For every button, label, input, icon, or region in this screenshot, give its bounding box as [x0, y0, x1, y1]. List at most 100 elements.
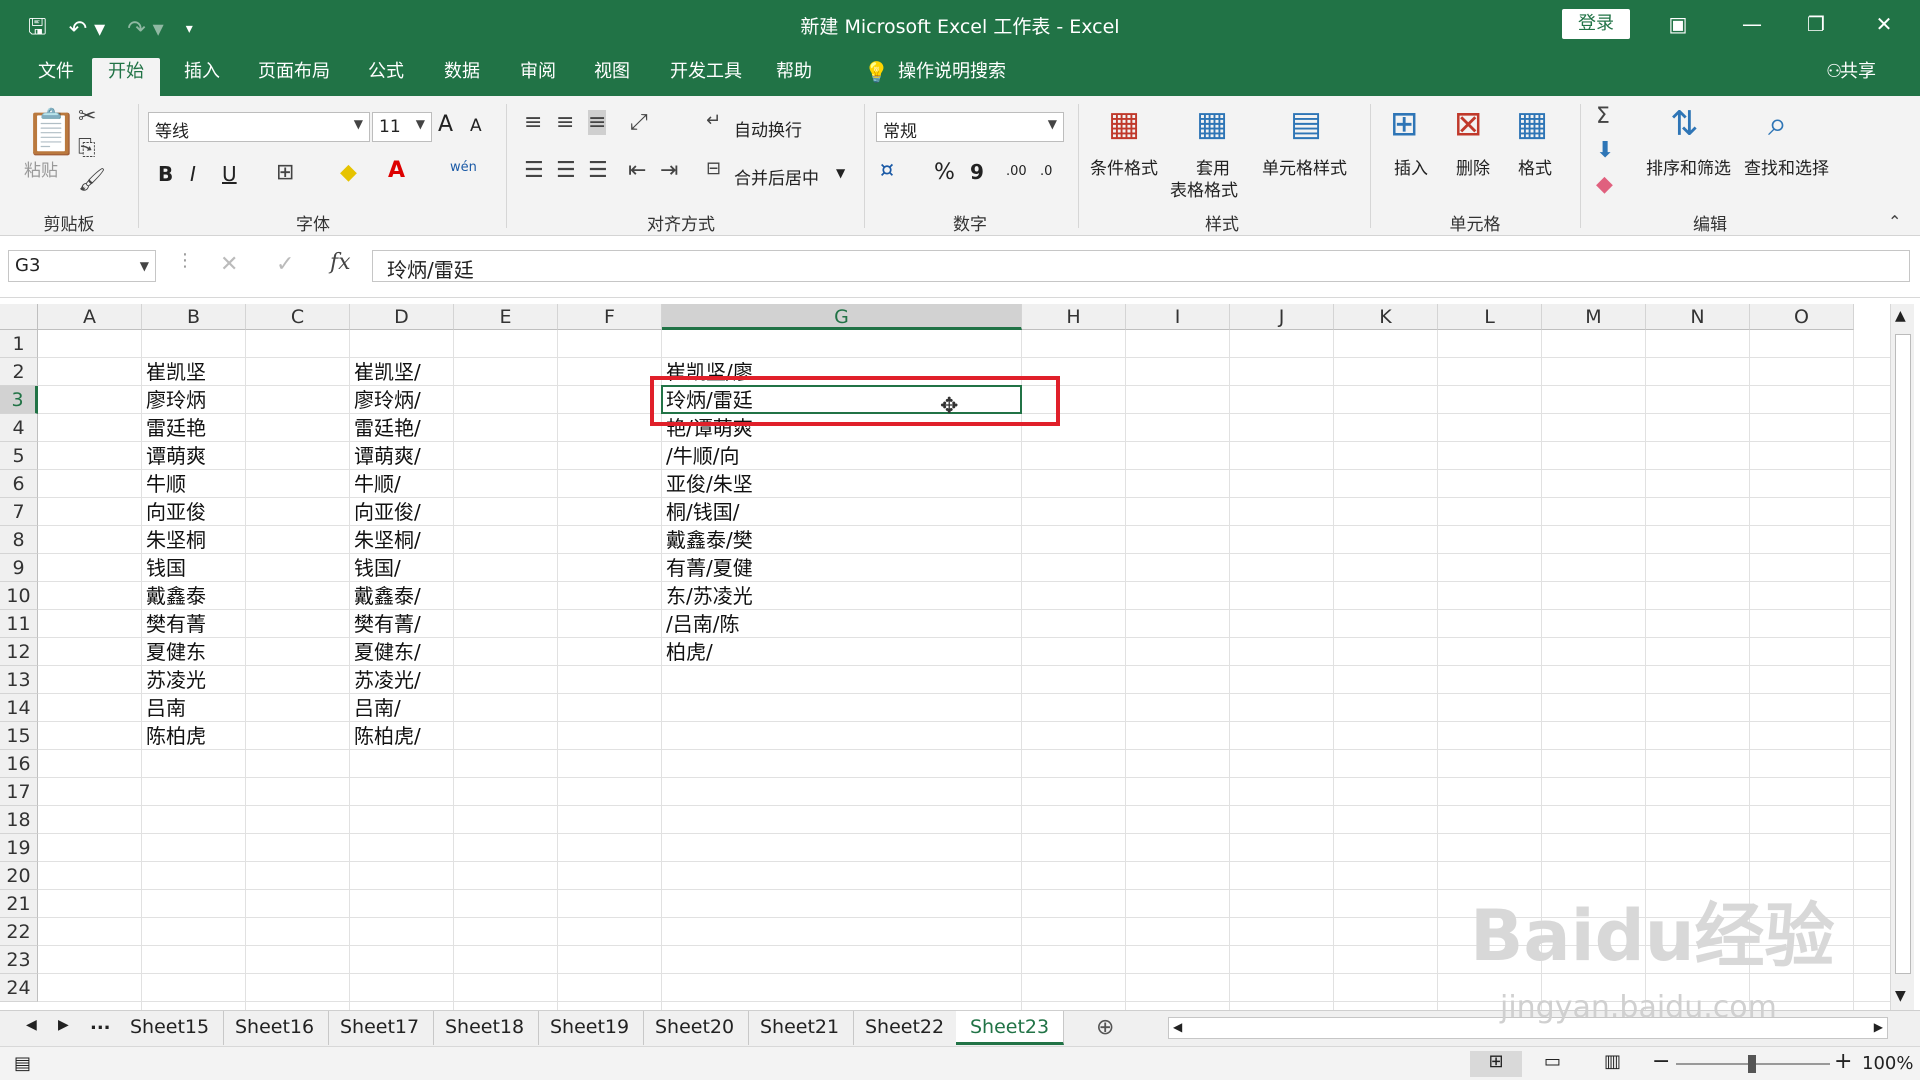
new-sheet-icon[interactable]: ⊕	[1096, 1015, 1114, 1040]
zoom-in-icon[interactable]: +	[1834, 1049, 1852, 1074]
restore-icon[interactable]: ❐	[1796, 8, 1836, 40]
cell-g8[interactable]: 戴鑫泰/樊	[662, 526, 1022, 554]
cell-b15[interactable]: 陈柏虎	[142, 722, 246, 750]
column-header-c[interactable]: C	[246, 304, 350, 330]
sort-filter-button[interactable]: 排序和筛选	[1646, 154, 1731, 179]
row-header-17[interactable]: 17	[0, 778, 38, 806]
cell-b14[interactable]: 吕南	[142, 694, 246, 722]
scroll-left-icon[interactable]: ◀	[1173, 1020, 1182, 1034]
align-middle-icon[interactable]: ≡	[556, 110, 574, 135]
row-header-19[interactable]: 19	[0, 834, 38, 862]
row-header-2[interactable]: 2	[0, 358, 38, 386]
fill-icon[interactable]: ⬇	[1596, 138, 1614, 163]
sheet-tab-sheet16[interactable]: Sheet16	[221, 1011, 330, 1045]
normal-view-icon[interactable]: ⊞	[1470, 1051, 1522, 1077]
cell-g11[interactable]: /吕南/陈	[662, 610, 1022, 638]
cell-b3[interactable]: 廖玲炳	[142, 386, 246, 414]
prev-sheet-icon[interactable]: ◀	[26, 1017, 37, 1033]
cell-b5[interactable]: 谭萌爽	[142, 442, 246, 470]
phonetic-button[interactable]: wén	[450, 160, 477, 175]
row-header-4[interactable]: 4	[0, 414, 38, 442]
cell-d14[interactable]: 吕南/	[350, 694, 454, 722]
cell-d5[interactable]: 谭萌爽/	[350, 442, 454, 470]
cell-b8[interactable]: 朱坚桐	[142, 526, 246, 554]
font-size-dropdown[interactable]: 11 ▼	[372, 112, 432, 142]
wrap-text-icon[interactable]: ↵	[706, 110, 721, 131]
row-header-5[interactable]: 5	[0, 442, 38, 470]
copy-icon[interactable]: ⎘	[78, 136, 96, 161]
cell-b2[interactable]: 崔凯坚	[142, 358, 246, 386]
collapse-ribbon-icon[interactable]: ⌃	[1888, 212, 1901, 231]
merge-center-icon[interactable]: ⊟	[706, 158, 721, 179]
cell-d4[interactable]: 雷廷艳/	[350, 414, 454, 442]
tab-1[interactable]: 开始	[92, 58, 160, 96]
paste-label[interactable]: 粘贴	[24, 156, 58, 181]
column-header-m[interactable]: M	[1542, 304, 1646, 330]
row-header-9[interactable]: 9	[0, 554, 38, 582]
italic-button[interactable]: I	[190, 162, 196, 186]
row-header-24[interactable]: 24	[0, 974, 38, 1002]
cell-g12[interactable]: 柏虎/	[662, 638, 1022, 666]
row-header-14[interactable]: 14	[0, 694, 38, 722]
column-header-k[interactable]: K	[1334, 304, 1438, 330]
cell-d8[interactable]: 朱坚桐/	[350, 526, 454, 554]
close-icon[interactable]: ✕	[1864, 8, 1904, 40]
insert-cells-icon[interactable]: ⊞	[1390, 104, 1419, 144]
column-header-h[interactable]: H	[1022, 304, 1126, 330]
cell-styles-icon[interactable]: ▤	[1290, 104, 1322, 144]
currency-icon[interactable]: ¤	[880, 158, 894, 183]
cell-d7[interactable]: 向亚俊/	[350, 498, 454, 526]
cancel-icon[interactable]: ✕	[220, 252, 238, 277]
row-header-12[interactable]: 12	[0, 638, 38, 666]
align-center-icon[interactable]: ☰	[556, 158, 576, 183]
format-table-icon[interactable]: ▦	[1196, 104, 1228, 144]
paste-icon[interactable]: 📋	[24, 106, 79, 158]
underline-button[interactable]: U	[222, 162, 237, 186]
border-icon[interactable]: ⊞	[276, 160, 294, 185]
tab-3[interactable]: 页面布局	[242, 58, 346, 96]
fill-color-icon[interactable]: ◆	[340, 160, 357, 185]
bold-button[interactable]: B	[158, 162, 173, 186]
cell-b12[interactable]: 夏健东	[142, 638, 246, 666]
sheet-tab-sheet20[interactable]: Sheet20	[641, 1011, 750, 1045]
align-top-icon[interactable]: ≡	[524, 110, 542, 135]
clear-icon[interactable]: ◆	[1596, 172, 1613, 197]
cell-g6[interactable]: 亚俊/朱坚	[662, 470, 1022, 498]
cut-icon[interactable]: ✂	[78, 104, 96, 129]
row-header-3[interactable]: 3	[0, 386, 38, 414]
comma-button[interactable]: 9	[970, 160, 984, 184]
decrease-decimal-button[interactable]: .0	[1040, 164, 1052, 179]
cell-d12[interactable]: 夏健东/	[350, 638, 454, 666]
more-sheets-button[interactable]: ...	[90, 1013, 111, 1034]
autosum-icon[interactable]: Σ	[1596, 104, 1610, 129]
cell-d9[interactable]: 钱国/	[350, 554, 454, 582]
login-button[interactable]: 登录	[1562, 9, 1630, 39]
column-header-n[interactable]: N	[1646, 304, 1750, 330]
align-right-icon[interactable]: ☰	[588, 158, 608, 183]
tab-5[interactable]: 数据	[428, 58, 496, 96]
format-painter-icon[interactable]: 🖌	[78, 168, 106, 193]
wrap-text-button[interactable]: 自动换行	[734, 116, 802, 141]
cell-g10[interactable]: 东/苏凌光	[662, 582, 1022, 610]
row-header-20[interactable]: 20	[0, 862, 38, 890]
tab-6[interactable]: 审阅	[504, 58, 572, 96]
grow-font-button[interactable]: A	[438, 112, 453, 137]
cell-styles-button[interactable]: 单元格样式	[1262, 154, 1347, 179]
cell-d13[interactable]: 苏凌光/	[350, 666, 454, 694]
column-header-b[interactable]: B	[142, 304, 246, 330]
cell-d15[interactable]: 陈柏虎/	[350, 722, 454, 750]
column-header-i[interactable]: I	[1126, 304, 1230, 330]
select-all-corner[interactable]	[0, 304, 38, 330]
orientation-icon[interactable]: ⤢	[630, 110, 648, 135]
find-select-icon[interactable]: ⌕	[1768, 104, 1787, 144]
macro-record-icon[interactable]: ▤	[14, 1053, 31, 1074]
row-header-22[interactable]: 22	[0, 918, 38, 946]
align-left-icon[interactable]: ☰	[524, 158, 544, 183]
row-header-18[interactable]: 18	[0, 806, 38, 834]
sheet-tab-sheet23[interactable]: Sheet23	[956, 1011, 1065, 1045]
tab-8[interactable]: 开发工具	[654, 58, 758, 96]
cell-d10[interactable]: 戴鑫泰/	[350, 582, 454, 610]
enter-icon[interactable]: ✓	[276, 252, 294, 277]
page-break-icon[interactable]: ▥	[1604, 1051, 1621, 1072]
zoom-slider[interactable]	[1676, 1055, 1830, 1073]
